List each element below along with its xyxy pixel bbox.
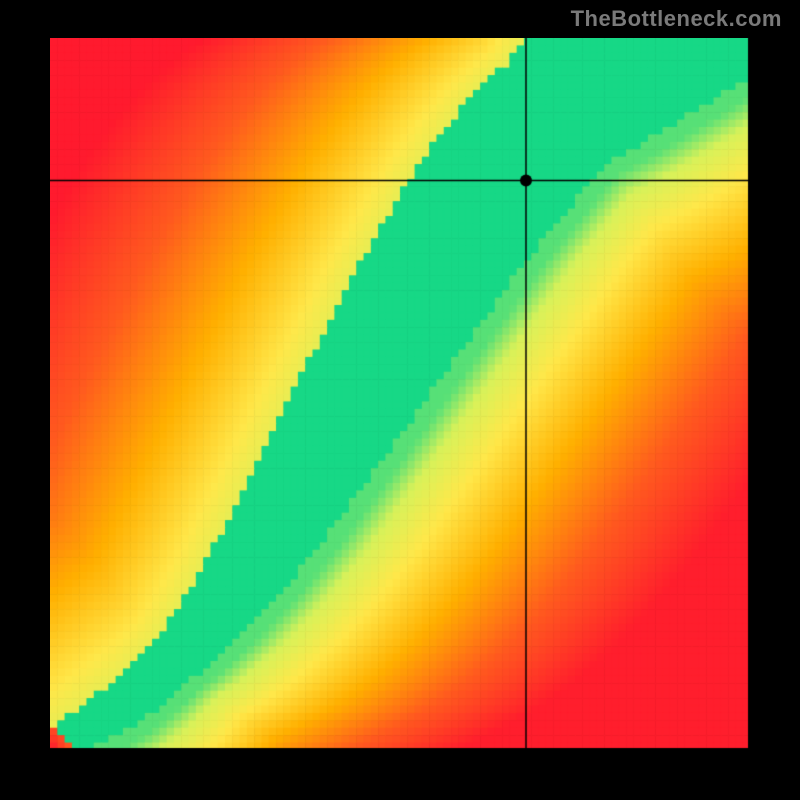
heatmap-plot bbox=[50, 38, 750, 750]
heatmap-canvas bbox=[50, 38, 750, 750]
watermark-text: TheBottleneck.com bbox=[571, 6, 782, 32]
